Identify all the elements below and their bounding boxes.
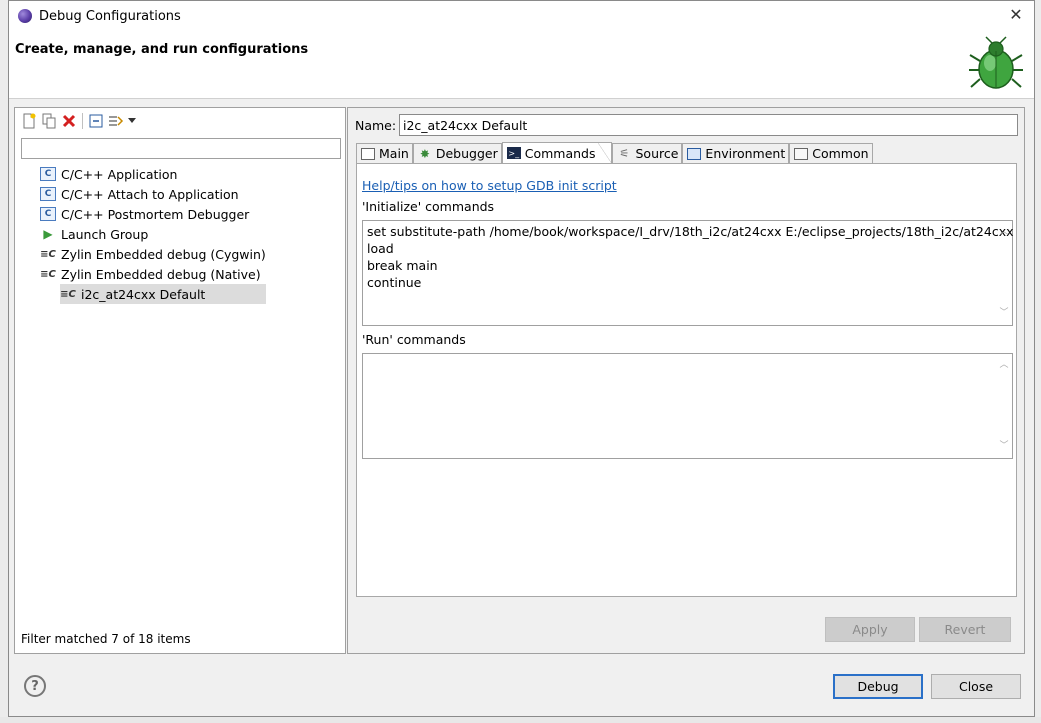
tree-item-i2c-default[interactable]: ≡C i2c_at24cxx Default (60, 284, 266, 304)
name-label: Name: (355, 118, 397, 133)
window-title: Debug Configurations (39, 9, 181, 24)
title-bar: Debug Configurations ✕ (9, 1, 1034, 31)
scroll-down-icon[interactable]: ﹀ (999, 305, 1008, 322)
zylin-icon: ≡C (40, 268, 56, 280)
c-app-icon: C (40, 167, 56, 181)
scroll-up-icon[interactable]: ︿ (999, 224, 1008, 241)
tree-item-launch-group[interactable]: ▶ Launch Group (40, 224, 266, 244)
close-button[interactable]: Close (931, 674, 1021, 699)
c-app-icon: C (40, 187, 56, 201)
tree-item-label: i2c_at24cxx Default (81, 286, 206, 302)
vertical-scrollbar[interactable]: ︿ ﹀ (999, 224, 1009, 322)
tab-label: Main (379, 146, 409, 161)
debug-button[interactable]: Debug (833, 674, 923, 699)
tree-item-c-postmortem[interactable]: C C/C++ Postmortem Debugger (40, 204, 266, 224)
scroll-down-icon[interactable]: ﹀ (999, 438, 1008, 455)
tree-toolbar (19, 112, 138, 130)
tab-debugger[interactable]: ✸ Debugger (412, 143, 502, 163)
filter-status: Filter matched 7 of 18 items (21, 632, 191, 646)
delete-icon[interactable] (59, 112, 79, 130)
tab-common[interactable]: Common (789, 143, 873, 163)
run-commands-label: 'Run' commands (362, 332, 466, 347)
apply-button[interactable]: Apply (825, 617, 915, 642)
configuration-editor-panel: Name: i2c_at24cxx Default Main ✸ Debugge… (347, 107, 1025, 654)
tree-item-label: C/C++ Postmortem Debugger (61, 206, 250, 222)
tab-commands[interactable]: >_ Commands (501, 142, 613, 164)
command-line: set substitute-path /home/book/workspace… (367, 224, 1014, 239)
configuration-tree: C C/C++ Application C C/C++ Attach to Ap… (40, 164, 266, 304)
gdb-help-link[interactable]: Help/tips on how to setup GDB init scrip… (362, 178, 617, 193)
command-line: load (367, 241, 394, 256)
close-window-button[interactable]: ✕ (1006, 5, 1026, 24)
zylin-icon: ≡C (60, 288, 76, 300)
eclipse-icon (18, 9, 32, 23)
tree-item-label: Zylin Embedded debug (Native) (61, 266, 261, 282)
revert-button[interactable]: Revert (919, 617, 1011, 642)
run-commands-textarea[interactable]: ︿ ﹀ (362, 353, 1013, 459)
source-icon: ⚟ (619, 147, 630, 160)
debug-configurations-dialog: Debug Configurations ✕ Create, manage, a… (8, 0, 1035, 717)
tree-item-zylin-cygwin[interactable]: ≡C Zylin Embedded debug (Cygwin) (40, 244, 266, 264)
filter-icon[interactable] (106, 112, 126, 130)
tab-source[interactable]: ⚟ Source (612, 143, 683, 163)
background-window-bottom (0, 717, 1041, 723)
command-line: break main (367, 258, 438, 273)
debug-bug-icon (969, 36, 1023, 89)
collapse-all-icon[interactable] (86, 112, 106, 130)
tree-item-c-application[interactable]: C C/C++ Application (40, 164, 266, 184)
tree-item-c-attach[interactable]: C C/C++ Attach to Application (40, 184, 266, 204)
tab-bar: Main ✸ Debugger >_ Commands ⚟ Source Env… (356, 142, 873, 164)
tab-environment[interactable]: Environment (682, 143, 790, 163)
duplicate-icon[interactable] (39, 112, 59, 130)
tree-item-label: Launch Group (61, 226, 149, 242)
tab-label: Debugger (435, 146, 498, 161)
toolbar-separator (82, 113, 83, 129)
main-tab-icon (361, 147, 375, 160)
tree-item-label: C/C++ Application (61, 166, 178, 182)
name-field[interactable]: i2c_at24cxx Default (399, 114, 1018, 136)
vertical-scrollbar[interactable]: ︿ ﹀ (999, 357, 1009, 455)
tree-item-label: Zylin Embedded debug (Cygwin) (61, 246, 266, 262)
help-icon[interactable]: ? (24, 675, 46, 697)
zylin-icon: ≡C (40, 248, 56, 260)
common-icon (794, 147, 809, 160)
initialize-commands-label: 'Initialize' commands (362, 199, 495, 214)
scroll-up-icon[interactable]: ︿ (999, 357, 1008, 374)
header-title: Create, manage, and run configurations (15, 42, 309, 57)
new-configuration-icon[interactable] (19, 112, 39, 130)
bug-icon: ✸ (419, 146, 430, 161)
tree-item-zylin-native[interactable]: ≡C Zylin Embedded debug (Native) (40, 264, 266, 284)
chevron-down-icon[interactable] (126, 112, 138, 130)
initialize-commands-textarea[interactable]: set substitute-path /home/book/workspace… (362, 220, 1013, 326)
tab-label: Commands (524, 145, 596, 161)
commands-tab-content: Help/tips on how to setup GDB init scrip… (356, 163, 1017, 597)
tab-main[interactable]: Main (356, 143, 413, 163)
filter-input[interactable] (21, 138, 341, 159)
configuration-tree-panel: C C/C++ Application C C/C++ Attach to Ap… (14, 107, 346, 654)
command-line: continue (367, 275, 422, 290)
tab-label: Environment (705, 146, 786, 161)
dialog-header: Create, manage, and run configurations (9, 31, 1034, 99)
console-icon: >_ (506, 147, 521, 159)
tree-item-label: C/C++ Attach to Application (61, 186, 239, 202)
tab-label: Common (812, 146, 869, 161)
launch-group-icon: ▶ (43, 227, 53, 241)
c-app-icon: C (40, 207, 56, 221)
tab-label: Source (635, 146, 679, 161)
environment-icon (687, 147, 702, 160)
